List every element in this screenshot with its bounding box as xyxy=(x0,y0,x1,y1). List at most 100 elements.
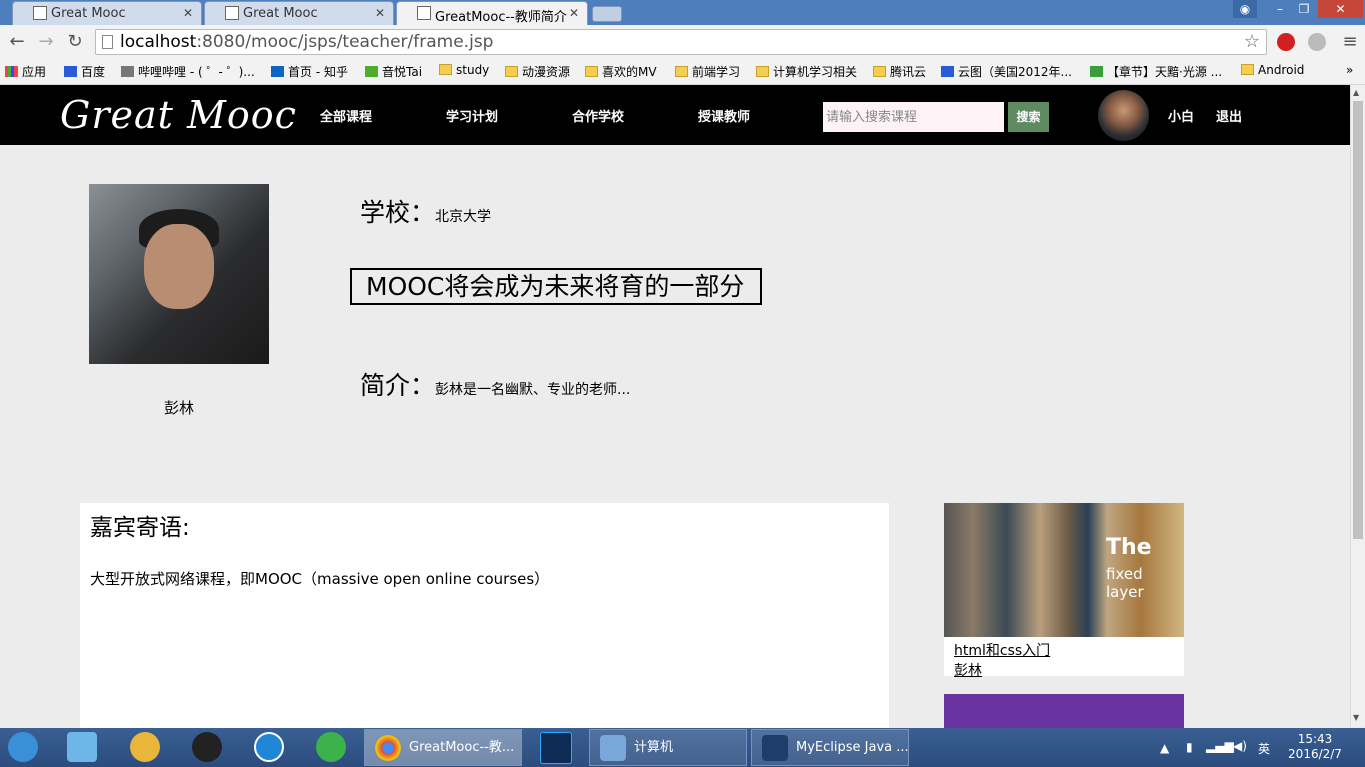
clock-date: 2016/2/7 xyxy=(1288,747,1342,761)
guest-message-text: 大型开放式网络课程，即MOOC（massive open online cour… xyxy=(90,570,550,588)
folder-icon xyxy=(1241,64,1254,75)
scroll-up-icon[interactable]: ▲ xyxy=(1353,88,1359,97)
close-icon[interactable]: ✕ xyxy=(375,6,385,20)
bookmark-item[interactable]: 【章节】天黯·光源 ... xyxy=(1090,63,1222,80)
bookmark-folder[interactable]: 腾讯云 xyxy=(873,63,926,80)
bookmark-folder[interactable]: 前端学习 xyxy=(675,63,740,80)
bookmark-folder[interactable]: 喜欢的MV xyxy=(585,63,657,80)
bookmark-star-icon[interactable]: ☆ xyxy=(1244,30,1260,54)
user-icon[interactable]: ◉ xyxy=(1233,0,1257,18)
nav-study-plan[interactable]: 学习计划 xyxy=(446,106,498,125)
bookmark-folder[interactable]: Android xyxy=(1241,63,1304,77)
tab-title: Great Mooc xyxy=(243,6,318,21)
favicon-icon xyxy=(33,6,47,20)
browser-tab[interactable]: Great Mooc ✕ xyxy=(204,1,394,25)
back-arrow-icon[interactable]: ← xyxy=(5,31,29,53)
bookmark-item[interactable]: 首页 - 知乎 xyxy=(271,63,348,80)
novel-site-icon xyxy=(1090,66,1103,77)
window-close-icon[interactable]: ✕ xyxy=(1318,0,1363,18)
username-link[interactable]: 小白 xyxy=(1168,106,1194,125)
course-card[interactable]: The fixed layer html和css入门 彭林 xyxy=(944,503,1184,679)
bookmark-folder[interactable]: study xyxy=(439,63,489,77)
taskbar-task-computer[interactable]: 计算机 xyxy=(589,729,747,766)
school-value: 北京大学 xyxy=(435,209,492,225)
guest-message-title: 嘉宾寄语: xyxy=(90,515,190,541)
sync-app-icon[interactable] xyxy=(316,732,346,762)
nav-teachers[interactable]: 授课教师 xyxy=(698,106,750,125)
close-icon[interactable]: ✕ xyxy=(183,6,193,20)
bookmark-item[interactable]: 云图（美国2012年... xyxy=(941,63,1072,80)
bookmarks-overflow-button[interactable]: » xyxy=(1346,63,1353,77)
course-teacher-link[interactable]: 彭林 xyxy=(954,660,982,680)
site-header: Great Mooc 全部课程 学习计划 合作学校 授课教师 搜索 小白 退出 xyxy=(0,85,1350,145)
close-icon[interactable]: ✕ xyxy=(569,6,579,20)
url-path: :8080/mooc/jsps/teacher/frame.jsp xyxy=(196,32,494,52)
bookmark-folder[interactable]: 计算机学习相关 xyxy=(756,63,857,80)
volume-icon[interactable]: ◀) xyxy=(1233,739,1247,753)
ime-indicator[interactable]: 英 xyxy=(1258,740,1270,757)
taskbar-task-chrome[interactable]: GreatMooc--教... xyxy=(364,729,522,766)
bookmark-folder[interactable]: 动漫资源 xyxy=(505,63,570,80)
scroll-thumb[interactable] xyxy=(1353,101,1363,539)
start-icon[interactable] xyxy=(8,732,38,762)
address-bar[interactable]: localhost:8080/mooc/jsps/teacher/frame.j… xyxy=(95,29,1267,55)
school-label: 学校： xyxy=(360,198,436,227)
maximize-icon[interactable]: ❐ xyxy=(1292,0,1316,18)
battery-icon[interactable]: ▮ xyxy=(1186,740,1193,754)
folder-icon xyxy=(585,66,598,77)
bookmark-item[interactable]: 百度 xyxy=(64,63,105,80)
search-input[interactable] xyxy=(823,102,1004,132)
search-button[interactable]: 搜索 xyxy=(1008,102,1049,132)
browser-tab[interactable]: Great Mooc ✕ xyxy=(12,1,202,25)
scroll-down-icon[interactable]: ▼ xyxy=(1353,713,1359,722)
bird-app-icon[interactable] xyxy=(130,732,160,762)
url-host: localhost xyxy=(120,32,197,52)
computer-icon xyxy=(600,735,626,761)
bookmark-item[interactable]: 音悦Tai xyxy=(365,63,422,80)
menu-icon[interactable]: ≡ xyxy=(1338,31,1362,53)
os-taskbar: GreatMooc--教... 计算机 MyEclipse Java ... ▲… xyxy=(0,728,1365,767)
myeclipse-icon xyxy=(762,735,788,761)
minimize-icon[interactable]: – xyxy=(1268,0,1292,18)
apps-icon xyxy=(5,66,18,77)
thumbnail-text: fixed layer xyxy=(1106,565,1144,601)
extension-icon[interactable] xyxy=(1308,33,1326,51)
intro-label: 简介： xyxy=(360,371,436,400)
bookmarks-bar: 应用 百度 哔哩哔哩 - ( ゜- ゜)... 首页 - 知乎 音悦Tai st… xyxy=(0,60,1365,85)
browser-tab-active[interactable]: GreatMooc--教师简介 ✕ xyxy=(396,1,588,26)
intro-value: 彭林是一名幽默、专业的老师... xyxy=(435,382,631,398)
photoshop-icon[interactable] xyxy=(540,732,572,764)
baidu-icon xyxy=(64,66,77,77)
tab-title: GreatMooc--教师简介 xyxy=(435,10,567,25)
site-logo[interactable]: Great Mooc xyxy=(60,93,297,137)
folder-icon xyxy=(439,64,452,75)
qq-icon[interactable] xyxy=(192,732,222,762)
taskbar-task-myeclipse[interactable]: MyEclipse Java ... xyxy=(751,729,909,766)
browser-toolbar: ← → ↻ localhost:8080/mooc/jsps/teacher/f… xyxy=(0,25,1365,60)
folder-icon xyxy=(756,66,769,77)
intro-row: 简介：彭林是一名幽默、专业的老师... xyxy=(360,366,630,402)
tray-expand-icon[interactable]: ▲ xyxy=(1160,741,1169,755)
nav-all-courses[interactable]: 全部课程 xyxy=(320,106,372,125)
new-tab-button[interactable] xyxy=(592,6,622,22)
logout-link[interactable]: 退出 xyxy=(1216,106,1242,125)
course-thumbnail[interactable]: The fixed layer xyxy=(944,503,1184,637)
course-card[interactable] xyxy=(944,694,1184,730)
file-explorer-icon[interactable] xyxy=(67,732,97,762)
teacher-motto: MOOC将会成为未来将育的一部分 xyxy=(350,268,762,305)
bookmark-item[interactable]: 应用 xyxy=(5,63,46,80)
page-scrollbar[interactable]: ▲ ▼ xyxy=(1350,85,1365,727)
k-app-icon[interactable] xyxy=(254,732,284,762)
forward-arrow-icon[interactable]: → xyxy=(34,31,58,53)
clock-time: 15:43 xyxy=(1297,732,1333,746)
course-name-link[interactable]: html和css入门 xyxy=(954,640,1050,660)
school-row: 学校：北京大学 xyxy=(360,193,491,229)
avatar[interactable] xyxy=(1098,90,1149,141)
bookmark-item[interactable]: 哔哩哔哩 - ( ゜- ゜)... xyxy=(121,63,255,80)
clock[interactable]: 15:43 2016/2/7 xyxy=(1285,732,1345,762)
nav-partner-schools[interactable]: 合作学校 xyxy=(572,106,624,125)
extension-icon[interactable] xyxy=(1277,33,1295,51)
page-icon xyxy=(102,35,113,49)
reload-icon[interactable]: ↻ xyxy=(63,31,87,53)
network-icon[interactable]: ▂▄▆ xyxy=(1206,739,1234,753)
